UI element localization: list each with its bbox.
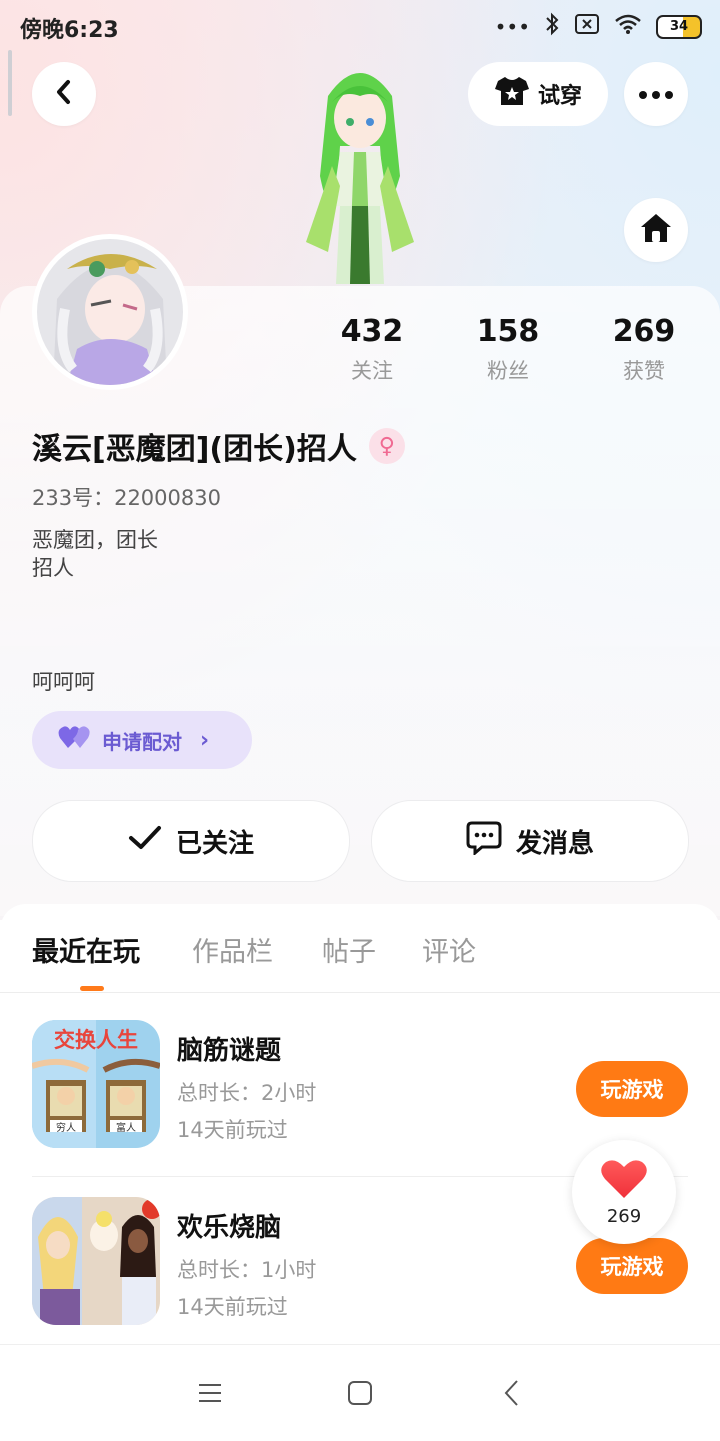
- stat-following-value: 432: [340, 314, 404, 349]
- home-button[interactable]: [624, 198, 688, 262]
- bio-line-1: 恶魔团，团长: [32, 528, 158, 552]
- send-message-button[interactable]: 发消息: [371, 800, 689, 882]
- game-icon-brain-puzzle: 交换人生 穷人 富人: [32, 1020, 160, 1148]
- avatar[interactable]: [32, 234, 188, 390]
- tab-posts[interactable]: 帖子: [322, 930, 376, 969]
- game-icon-label-rich: 富人: [116, 1123, 136, 1134]
- tab-recently-played[interactable]: 最近在玩: [32, 930, 140, 969]
- status-bar: 傍晚6:23 ••• 34: [0, 0, 720, 52]
- apply-pair-label: 申请配对: [102, 729, 182, 754]
- followed-label: 已关注: [175, 828, 254, 859]
- avatar-image: [37, 239, 183, 385]
- profile-name: 溪云[恶魔团](团长)招人: [32, 432, 357, 467]
- more-button[interactable]: [624, 62, 688, 126]
- stat-likes-value: 269: [612, 314, 676, 349]
- avatar-3d-figure[interactable]: [284, 56, 436, 288]
- chevron-left-icon: [53, 78, 75, 110]
- game-title: 欢乐烧脑: [177, 1213, 282, 1243]
- try-on-label: 试穿: [537, 84, 582, 109]
- wifi-icon: [614, 13, 642, 41]
- double-heart-icon: [58, 724, 92, 757]
- stat-likes[interactable]: 269 获赞: [584, 314, 704, 385]
- back-triangle-icon[interactable]: [492, 1375, 532, 1411]
- profile-bio: 恶魔团，团长 招人: [32, 526, 158, 582]
- bluetooth-icon: [544, 12, 560, 42]
- profile-tabs: 最近在玩 作品栏 帖子 评论: [0, 904, 720, 993]
- bio-line-2: 招人: [32, 556, 74, 580]
- menu-icon[interactable]: [190, 1375, 230, 1411]
- system-navigation-bar: [0, 1344, 720, 1441]
- play-game-button[interactable]: 玩游戏: [576, 1238, 688, 1294]
- tab-comments[interactable]: 评论: [422, 930, 476, 969]
- home-square-icon[interactable]: [340, 1375, 380, 1411]
- game-icon-happy-brain: [32, 1197, 160, 1325]
- game-duration: 总时长：2小时: [177, 1081, 317, 1105]
- more-horizontal-icon: [638, 85, 674, 104]
- try-on-button[interactable]: 试穿: [468, 62, 608, 126]
- stat-followers[interactable]: 158 粉丝: [448, 314, 568, 385]
- send-message-label: 发消息: [515, 828, 594, 859]
- tab-works[interactable]: 作品栏: [192, 930, 273, 969]
- content-panel: 最近在玩 作品栏 帖子 评论 交换人生 穷人 富人 脑筋谜题 总时长：2小时 1…: [0, 904, 720, 1344]
- like-floating-button[interactable]: 269: [572, 1140, 676, 1244]
- play-game-button[interactable]: 玩游戏: [576, 1061, 688, 1117]
- sim-off-icon: [574, 13, 600, 41]
- female-icon: ♀: [368, 428, 405, 464]
- user-id: 233号：22000830: [32, 486, 221, 510]
- status-icons: ••• 34: [495, 12, 702, 42]
- stat-likes-label: 获赞: [623, 359, 665, 383]
- name-row: 溪云[恶魔团](团长)招人 ♀: [32, 424, 405, 468]
- chat-bubble-icon: [466, 821, 502, 862]
- like-count: 269: [606, 1205, 642, 1227]
- stat-following-label: 关注: [351, 359, 393, 383]
- heart-icon: [600, 1158, 648, 1204]
- game-last-played: 14天前玩过: [177, 1295, 288, 1319]
- back-button[interactable]: [32, 62, 96, 126]
- more-dots-icon: •••: [494, 15, 530, 39]
- status-time: 傍晚6:23: [20, 18, 119, 43]
- stat-followers-label: 粉丝: [487, 359, 529, 383]
- stat-following[interactable]: 432 关注: [312, 314, 432, 385]
- home-icon: [639, 212, 673, 248]
- game-icon-title: 交换人生: [54, 1029, 138, 1052]
- game-duration: 总时长：1小时: [177, 1258, 317, 1282]
- game-last-played: 14天前玩过: [177, 1118, 288, 1142]
- game-title: 脑筋谜题: [177, 1036, 282, 1066]
- chevron-right-icon: ›: [200, 727, 210, 753]
- checkmark-icon: [128, 825, 162, 858]
- game-icon-label-poor: 穷人: [56, 1123, 76, 1134]
- followed-button[interactable]: 已关注: [32, 800, 350, 882]
- scroll-indicator: [8, 50, 12, 116]
- stat-followers-value: 158: [476, 314, 540, 349]
- apply-pair-button[interactable]: 申请配对 ›: [32, 711, 252, 769]
- shirt-icon: [494, 75, 530, 113]
- profile-signature: 呵呵呵: [32, 670, 95, 694]
- battery-icon: 34: [656, 15, 702, 39]
- tab-active-indicator: [80, 986, 104, 991]
